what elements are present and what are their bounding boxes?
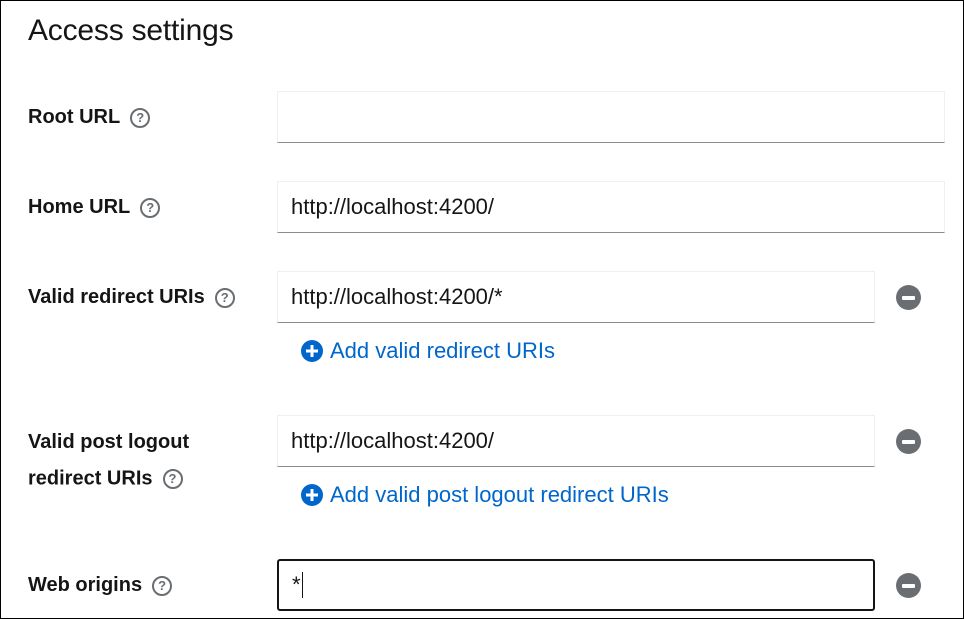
minus-circle-icon <box>902 583 915 588</box>
add-post-logout-redirect-uri-label: Add valid post logout redirect URIs <box>330 482 669 507</box>
valid-redirect-uri-input[interactable]: http://localhost:4200/* <box>277 271 875 323</box>
minus-circle-icon <box>902 295 915 300</box>
post-logout-label-line2: redirect URIs <box>28 467 153 490</box>
access-settings-panel: Access settings Root URL? Home URL? http… <box>0 0 964 619</box>
valid-redirect-uris-label-text: Valid redirect URIs <box>28 286 205 309</box>
post-logout-redirect-uri-input[interactable]: http://localhost:4200/ <box>277 415 875 467</box>
text-caret <box>301 572 303 598</box>
valid-redirect-uris-label: Valid redirect URIs? <box>28 286 235 309</box>
help-icon[interactable]: ? <box>162 468 183 489</box>
section-title: Access settings <box>28 14 234 47</box>
web-origins-label: Web origins? <box>28 574 173 597</box>
post-logout-redirect-uris-label: Valid post logout redirect URIs? <box>28 424 189 497</box>
remove-web-origin-button[interactable] <box>896 573 921 598</box>
help-icon[interactable]: ? <box>140 197 161 218</box>
add-valid-redirect-uri-button[interactable]: Add valid redirect URIs <box>301 338 555 364</box>
plus-circle-icon <box>301 484 323 506</box>
remove-post-logout-uri-button[interactable] <box>896 429 921 454</box>
help-icon[interactable]: ? <box>152 575 173 596</box>
root-url-input[interactable] <box>277 91 945 143</box>
web-origins-label-text: Web origins <box>28 574 143 597</box>
add-post-logout-redirect-uri-button[interactable]: Add valid post logout redirect URIs <box>301 482 669 508</box>
help-icon[interactable]: ? <box>214 287 235 308</box>
home-url-label-text: Home URL <box>28 196 131 219</box>
plus-circle-icon <box>301 340 323 362</box>
remove-redirect-uri-button[interactable] <box>896 285 921 310</box>
minus-circle-icon <box>902 439 915 444</box>
add-valid-redirect-uri-label: Add valid redirect URIs <box>330 338 555 363</box>
root-url-label-text: Root URL <box>28 106 121 129</box>
root-url-label: Root URL? <box>28 106 151 129</box>
post-logout-label-line1: Valid post logout <box>28 431 190 453</box>
web-origins-input[interactable]: * <box>277 559 875 611</box>
home-url-input[interactable]: http://localhost:4200/ <box>277 181 945 233</box>
web-origins-value: * <box>292 572 301 597</box>
home-url-label: Home URL? <box>28 196 161 219</box>
help-icon[interactable]: ? <box>130 107 151 128</box>
